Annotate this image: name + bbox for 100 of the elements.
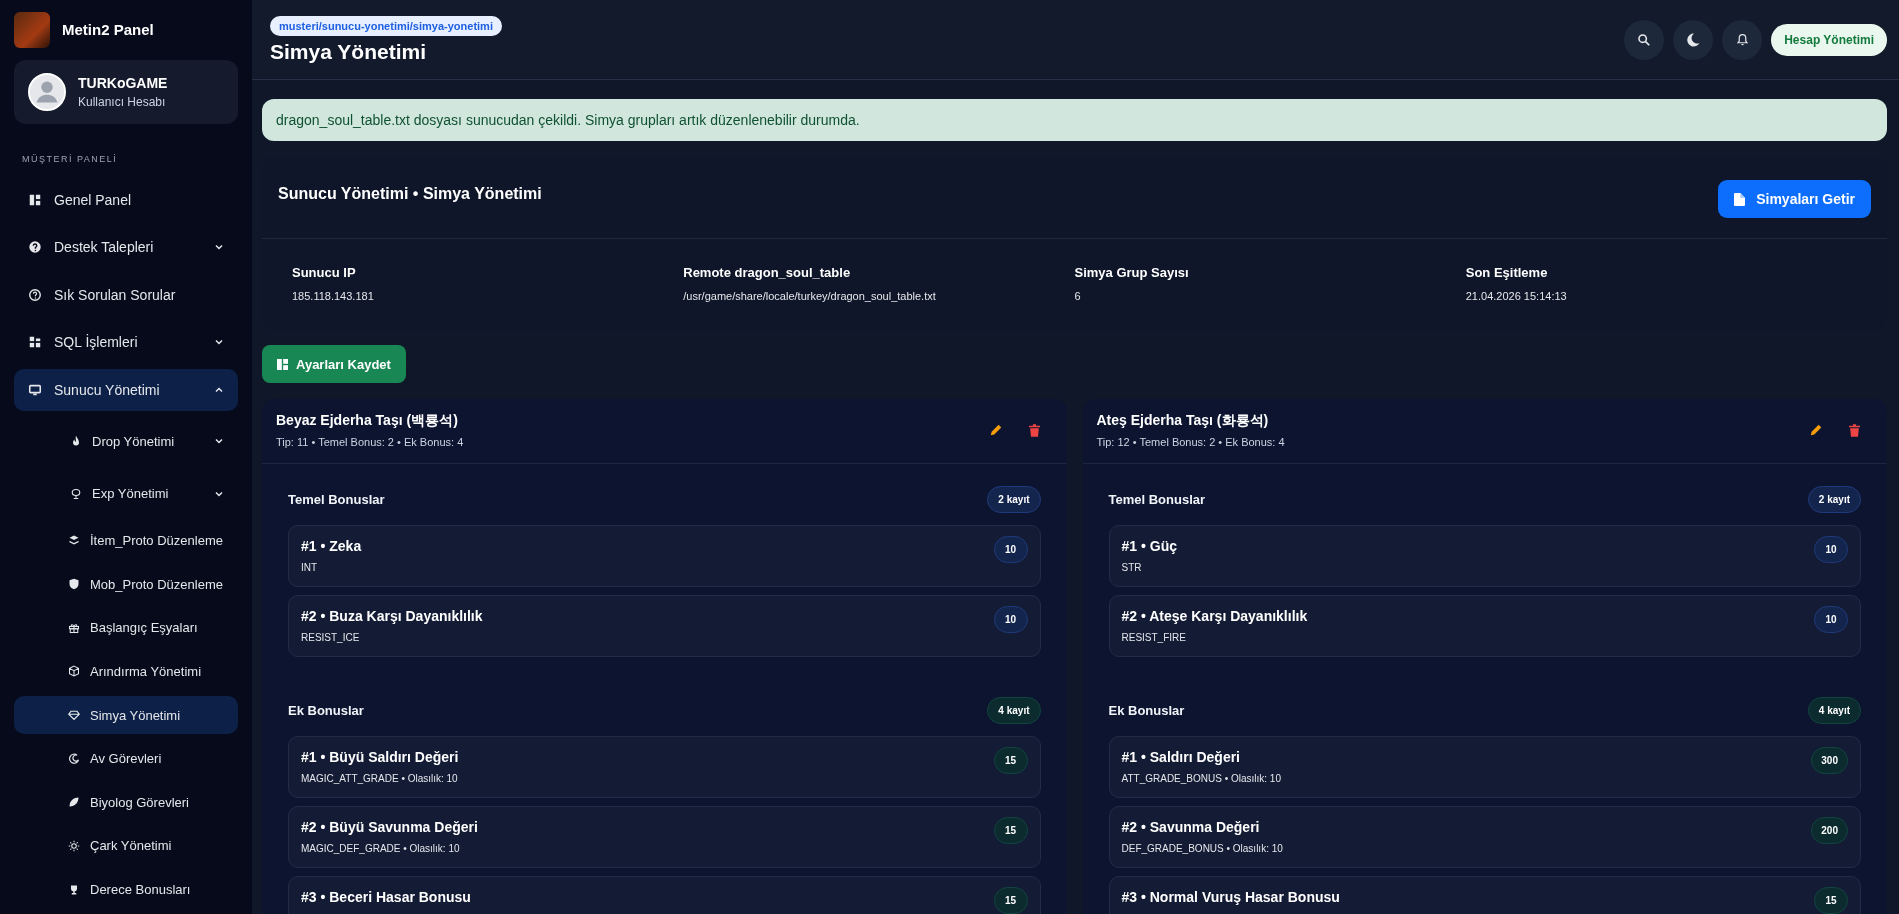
bonus-title: #1 • Büyü Saldırı Değeri	[301, 749, 459, 765]
value-badge: 300	[1811, 747, 1848, 774]
page-title: Simya Yönetimi	[270, 39, 426, 64]
moon-icon	[68, 752, 80, 765]
sidebar-subitem[interactable]: Derece Bonusları	[14, 870, 238, 909]
user-name: TURKoGAME	[78, 75, 168, 92]
cup-icon	[70, 487, 82, 500]
grid-icon	[277, 358, 288, 370]
shield-icon	[68, 578, 80, 591]
sidebar-subitem[interactable]: Başlangıç Eşyaları	[14, 608, 238, 647]
trophy-icon	[68, 883, 80, 896]
bonus-title: #1 • Güç	[1121, 538, 1177, 554]
value-badge: 200	[1811, 817, 1848, 844]
gift-icon	[68, 621, 80, 634]
group-title: Beyaz Ejderha Taşı (백룡석)	[276, 412, 459, 430]
grid-icon	[28, 192, 42, 207]
section-title: Temel Bonuslar	[1108, 492, 1206, 507]
bonus-code: DEF_GRADE_BONUS • Olasılık: 10	[1121, 843, 1283, 854]
bonus-title: #3 • Normal Vuruş Hasar Bonusu	[1121, 889, 1340, 905]
value-badge: 15	[993, 817, 1028, 844]
value-badge: 15	[993, 747, 1028, 774]
section-title: Ek Bonuslar	[1108, 703, 1185, 718]
count-badge: 4 kayıt	[1807, 697, 1861, 724]
sidebar-subitem[interactable]: Arındırma Yönetimi	[14, 652, 238, 691]
group-meta: Tip: 12 • Temel Bonus: 2 • Ek Bonus: 4	[1096, 436, 1286, 448]
account-button[interactable]: Hesap Yönetimi	[1771, 23, 1887, 56]
value-badge: 15	[993, 887, 1028, 914]
sidebar-item[interactable]: Genel Panel	[14, 178, 238, 221]
gem-icon	[68, 709, 80, 721]
edit-icon[interactable]	[1809, 423, 1823, 437]
sidebar-item[interactable]: SQL İşlemleri	[14, 321, 238, 364]
count-badge: 2 kayıt	[1807, 486, 1861, 513]
count-badge: 4 kayıt	[987, 697, 1041, 724]
count-badge: 2 kayıt	[987, 486, 1041, 513]
sidebar-item[interactable]: Sık Sorulan Sorular	[14, 273, 238, 317]
fetch-button[interactable]: Simyaları Getir	[1718, 180, 1871, 218]
user-role: Kullanıcı Hesabı	[78, 95, 167, 110]
help-icon	[28, 240, 42, 255]
bonus-title: #3 • Beceri Hasar Bonusu	[301, 889, 471, 905]
question-icon	[28, 287, 42, 302]
flame-icon	[70, 435, 82, 448]
bonus-code: MAGIC_DEF_GRADE • Olasılık: 10	[301, 843, 461, 854]
sidebar-subitem[interactable]: Çark Yönetimi	[14, 826, 238, 866]
layers-icon	[68, 534, 80, 547]
value-badge: 10	[1814, 606, 1848, 633]
bonus-code: RESIST_FIRE	[1121, 632, 1187, 643]
card-title: Sunucu Yönetimi • Simya Yönetimi	[278, 185, 542, 203]
edit-icon[interactable]	[988, 423, 1003, 437]
sidebar-subitem[interactable]: Exp Yönetimi	[14, 471, 238, 517]
brand-title: Metin2 Panel	[62, 21, 154, 39]
sidebar-subitem[interactable]: İtem_Proto Düzenleme	[14, 521, 238, 560]
sidebar-subitem[interactable]: Simya Yönetimi	[14, 695, 238, 735]
field-label: Son Eşitleme	[1465, 265, 1549, 280]
bonus-code: STR	[1121, 562, 1143, 573]
breadcrumb[interactable]: musteri/sunucu-yonetimi/simya-yonetimi	[270, 15, 502, 36]
moon-icon	[1685, 31, 1702, 48]
section-title: Temel Bonuslar	[288, 492, 385, 507]
group-meta: Tip: 11 • Temel Bonus: 2 • Ek Bonus: 4	[276, 436, 465, 448]
bonus-code: RESIST_ICE	[301, 632, 361, 643]
section-label: MÜŞTERİ PANELİ	[22, 154, 119, 165]
section-title: Ek Bonuslar	[288, 703, 364, 718]
field-value: /usr/game/share/locale/turkey/dragon_soul_table.txt	[683, 290, 937, 302]
bonus-title: #2 • Ateşe Karşı Dayanıklılık	[1121, 608, 1308, 624]
field-label: Remote dragon_soul_table	[683, 265, 852, 280]
bonus-code: INT	[301, 562, 319, 573]
trash-icon[interactable]	[1849, 423, 1860, 437]
bonus-title: #1 • Saldırı Değeri	[1121, 749, 1241, 765]
bonus-code: MAGIC_ATT_GRADE • Olasılık: 10	[301, 773, 459, 784]
sidebar-item[interactable]: Destek Talepleri	[14, 226, 238, 269]
bonus-title: #2 • Büyü Savunma Değeri	[301, 819, 478, 835]
blocks-icon	[28, 335, 42, 350]
field-value: 6	[1074, 290, 1082, 302]
field-label: Simya Grup Sayısı	[1074, 265, 1190, 280]
sidebar-subitem[interactable]: Av Görevleri	[14, 739, 238, 778]
value-badge: 10	[993, 536, 1028, 563]
avatar-icon	[28, 73, 66, 112]
trash-icon[interactable]	[1028, 423, 1040, 437]
bell-icon	[1735, 33, 1749, 46]
bonus-title: #2 • Savunma Değeri	[1121, 819, 1261, 835]
search-icon	[1637, 32, 1652, 47]
logo-icon	[14, 11, 50, 48]
sidebar-subitem[interactable]: Mob_Proto Düzenleme	[14, 564, 238, 604]
value-badge: 10	[1814, 536, 1848, 563]
sidebar-subitem[interactable]: Drop Yönetimi	[14, 419, 238, 464]
field-value: 21.04.2026 15:14:13	[1465, 290, 1568, 302]
sidebar-item[interactable]: Sunucu Yönetimi	[14, 368, 238, 412]
document-icon	[1734, 192, 1746, 206]
sidebar-subitem[interactable]: Biyolog Görevleri	[14, 783, 238, 822]
value-badge: 10	[993, 606, 1028, 633]
group-title: Ateş Ejderha Taşı (화룡석)	[1096, 412, 1270, 430]
leaf-icon	[68, 796, 80, 809]
bonus-title: #1 • Zeka	[301, 538, 362, 554]
value-badge: 15	[1814, 887, 1848, 914]
success-alert: dragon_soul_table.txt dosyası sunucudan çekildi. Simya grupları artık düzenlenebilir durumda.	[262, 99, 1887, 141]
field-label: Sunucu IP	[292, 265, 357, 280]
cube-icon	[68, 665, 80, 678]
save-button[interactable]: Ayarları Kaydet	[262, 345, 406, 383]
sun-icon	[68, 839, 80, 852]
bonus-title: #2 • Buza Karşı Dayanıklılık	[301, 608, 483, 624]
bonus-code: ATT_GRADE_BONUS • Olasılık: 10	[1121, 773, 1281, 784]
